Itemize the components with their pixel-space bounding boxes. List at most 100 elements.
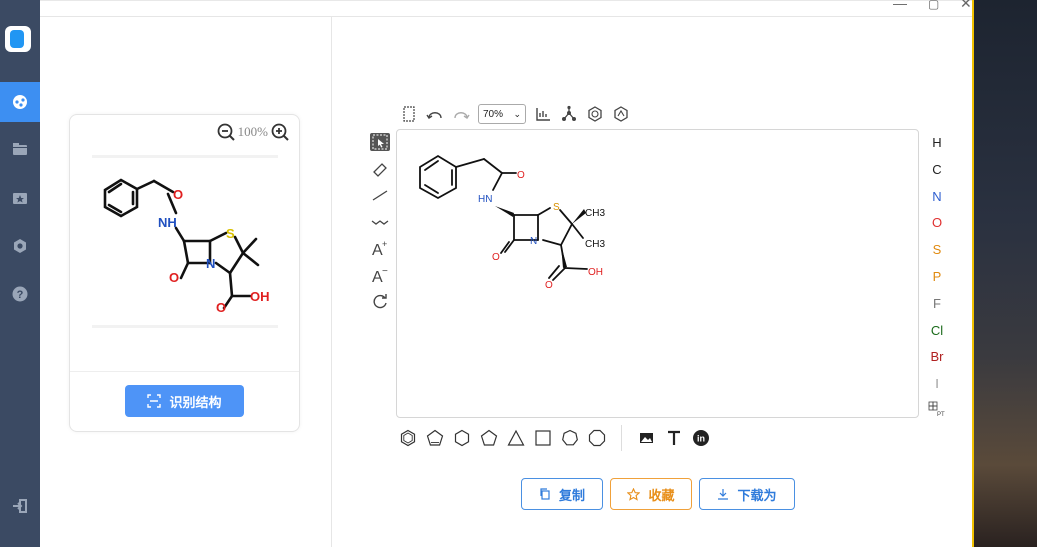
bond-tool[interactable] [370,186,390,204]
eraser-icon [373,162,387,177]
atom-n[interactable]: N [927,187,947,214]
toolbar-divider [621,425,622,451]
pentagon-icon [480,429,498,446]
layout-tool[interactable] [534,105,552,123]
dearomatize-tool[interactable] [612,105,630,123]
app-window: ? — ▢ ✕ 100% O NH S N O O OH 识别结构 70% ⌄ … [0,0,1037,547]
zoom-select[interactable]: 70% ⌄ [478,104,526,124]
select-tool[interactable] [370,133,390,151]
title-bar: — ▢ ✕ [40,0,972,17]
text-tool[interactable] [665,429,683,447]
maximize-button[interactable]: ▢ [928,0,939,11]
atom-p[interactable]: P [927,267,947,294]
atom-c[interactable]: C [927,160,947,187]
undo-tool[interactable] [426,105,444,123]
nav-help[interactable]: ? [0,274,40,314]
cycloheptane-tool[interactable] [561,429,579,447]
clear-canvas-tool[interactable] [400,105,418,123]
ring-icon [614,106,628,122]
aromatize-tool[interactable] [586,105,604,123]
nav-recognize[interactable] [0,82,40,122]
cyclooctane-tool[interactable] [588,429,606,447]
cyclobutane-tool[interactable] [534,429,552,447]
atom-br[interactable]: Br [927,347,947,374]
svg-text:CH3: CH3 [585,208,605,219]
charge-plus-icon: A + [372,239,387,257]
zoom-select-value: 70% [483,108,504,120]
atom-h[interactable]: H [927,133,947,160]
svg-text:PT: PT [937,412,945,417]
clean-tool[interactable] [560,105,578,123]
download-button[interactable]: 下载为 [699,478,795,510]
copy-button[interactable]: 复制 [521,478,603,510]
svg-text:+: + [382,239,387,249]
atom-f[interactable]: F [927,294,947,321]
atom-palette: H C N O S P F Cl Br I PT [927,133,947,421]
charge-plus-tool[interactable]: A + [370,239,390,257]
atom-o[interactable]: O [927,213,947,240]
cyclopentadiene-tool[interactable] [426,429,444,447]
download-icon [718,489,729,500]
preview-card: 100% O NH S N O O OH 识别结构 [69,114,300,432]
document-icon [403,106,415,122]
close-button[interactable]: ✕ [960,0,972,12]
text-icon [668,430,680,445]
copy-label: 复制 [558,487,585,503]
triangle-icon [507,429,525,446]
structure-editor: 70% ⌄ A + A − O HN S CH3 CH3 N O O OH H … [333,17,972,547]
atom-i[interactable]: I [927,374,947,401]
eraser-tool[interactable] [370,160,390,178]
left-nav: ? [0,0,40,547]
chain-tool[interactable] [370,213,390,231]
action-buttons: 复制 收藏 下载为 [521,478,795,510]
charge-minus-icon: A − [372,266,388,284]
recognize-structure-button[interactable]: 识别结构 [125,385,244,417]
periodic-table-button[interactable]: PT [927,401,947,421]
insert-image-tool[interactable] [638,429,656,447]
redo-tool[interactable] [452,105,470,123]
svg-text:N: N [206,256,215,271]
svg-text:?: ? [17,289,24,301]
editor-left-toolbar: A + A − [370,133,392,319]
zoom-out-icon[interactable] [217,123,235,141]
nav-favorites[interactable] [0,178,40,218]
desktop-background [972,0,1037,547]
preview-pane: 100% O NH S N O O OH 识别结构 [40,17,332,547]
svg-text:O: O [216,300,226,315]
inchi-tool[interactable]: in [692,429,710,447]
minimize-button[interactable]: — [893,0,907,11]
charge-minus-tool[interactable]: A − [370,266,390,284]
main-area: — ▢ ✕ 100% O NH S N O O OH 识别结构 70% ⌄ A … [40,0,972,547]
svg-text:OH: OH [250,289,270,304]
cyclopropane-tool[interactable] [507,429,525,447]
editor-bottom-toolbar: in [399,425,710,451]
rotate-tool[interactable] [370,292,390,310]
cyclohexane-tool[interactable] [453,429,471,447]
select-icon [372,134,388,150]
drawing-canvas[interactable]: O HN S CH3 CH3 N O O OH [396,129,919,418]
nav-logout[interactable] [0,486,40,526]
nav-settings[interactable] [0,226,40,266]
help-icon: ? [12,286,28,302]
copy-icon [540,488,550,500]
star-icon [627,487,641,501]
gear-icon [14,239,26,253]
benzene-tool[interactable] [399,429,417,447]
cyclopentane-tool[interactable] [480,429,498,447]
star-folder-icon [13,193,27,204]
atom-cl[interactable]: Cl [927,321,947,348]
periodic-table-icon: PT [928,401,945,418]
benzene-ring-icon [400,429,416,447]
nav-history[interactable] [0,129,40,169]
download-label: 下载为 [737,487,777,503]
atom-s[interactable]: S [927,240,947,267]
svg-text:O: O [545,280,553,291]
svg-text:HN: HN [478,194,492,205]
svg-text:S: S [226,226,235,241]
benzene-icon [588,106,602,122]
zoom-in-icon[interactable] [271,123,289,141]
favorite-button[interactable]: 收藏 [610,478,692,510]
svg-text:O: O [492,252,500,263]
editor-top-toolbar: 70% ⌄ [400,103,630,125]
logout-icon [13,499,27,513]
